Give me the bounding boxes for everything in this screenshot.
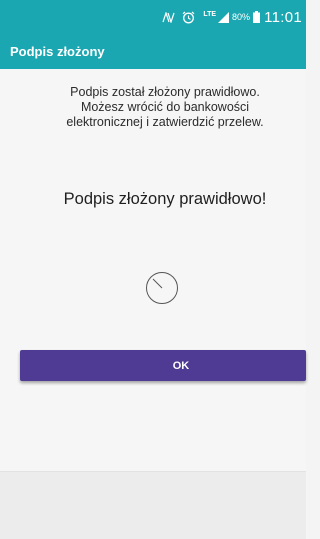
battery-icon bbox=[253, 11, 261, 23]
battery-percent: 80% bbox=[232, 12, 251, 22]
navigation-bar bbox=[0, 471, 306, 539]
success-headline: Podpis złożony prawidłowo! bbox=[63, 190, 267, 208]
page-title: Podpis złożony bbox=[10, 44, 105, 59]
ok-button[interactable]: OK bbox=[20, 350, 306, 381]
status-time: 11:01 bbox=[264, 8, 302, 26]
signal-icon bbox=[218, 11, 230, 23]
screen: LTE 80% 11:01 Podpis złożony Podpis zost… bbox=[0, 0, 306, 539]
app-bar: Podpis złożony bbox=[0, 34, 306, 69]
spinner-icon bbox=[145, 271, 179, 310]
alarm-icon bbox=[182, 11, 195, 24]
message-line: Podpis został złożony prawidłowo. bbox=[70, 85, 260, 99]
nfc-icon bbox=[162, 11, 175, 23]
confirmation-message: Podpis został złożony prawidłowo. Możesz… bbox=[20, 85, 310, 130]
content-area: Podpis został złożony prawidłowo. Możesz… bbox=[0, 69, 306, 471]
message-line: Możesz wrócić do bankowości bbox=[80, 100, 250, 114]
message-line: elektronicznej i zatwierdzić przelew. bbox=[66, 115, 264, 129]
status-bar: LTE 80% 11:01 bbox=[0, 0, 306, 34]
lte-icon: LTE bbox=[203, 10, 217, 18]
